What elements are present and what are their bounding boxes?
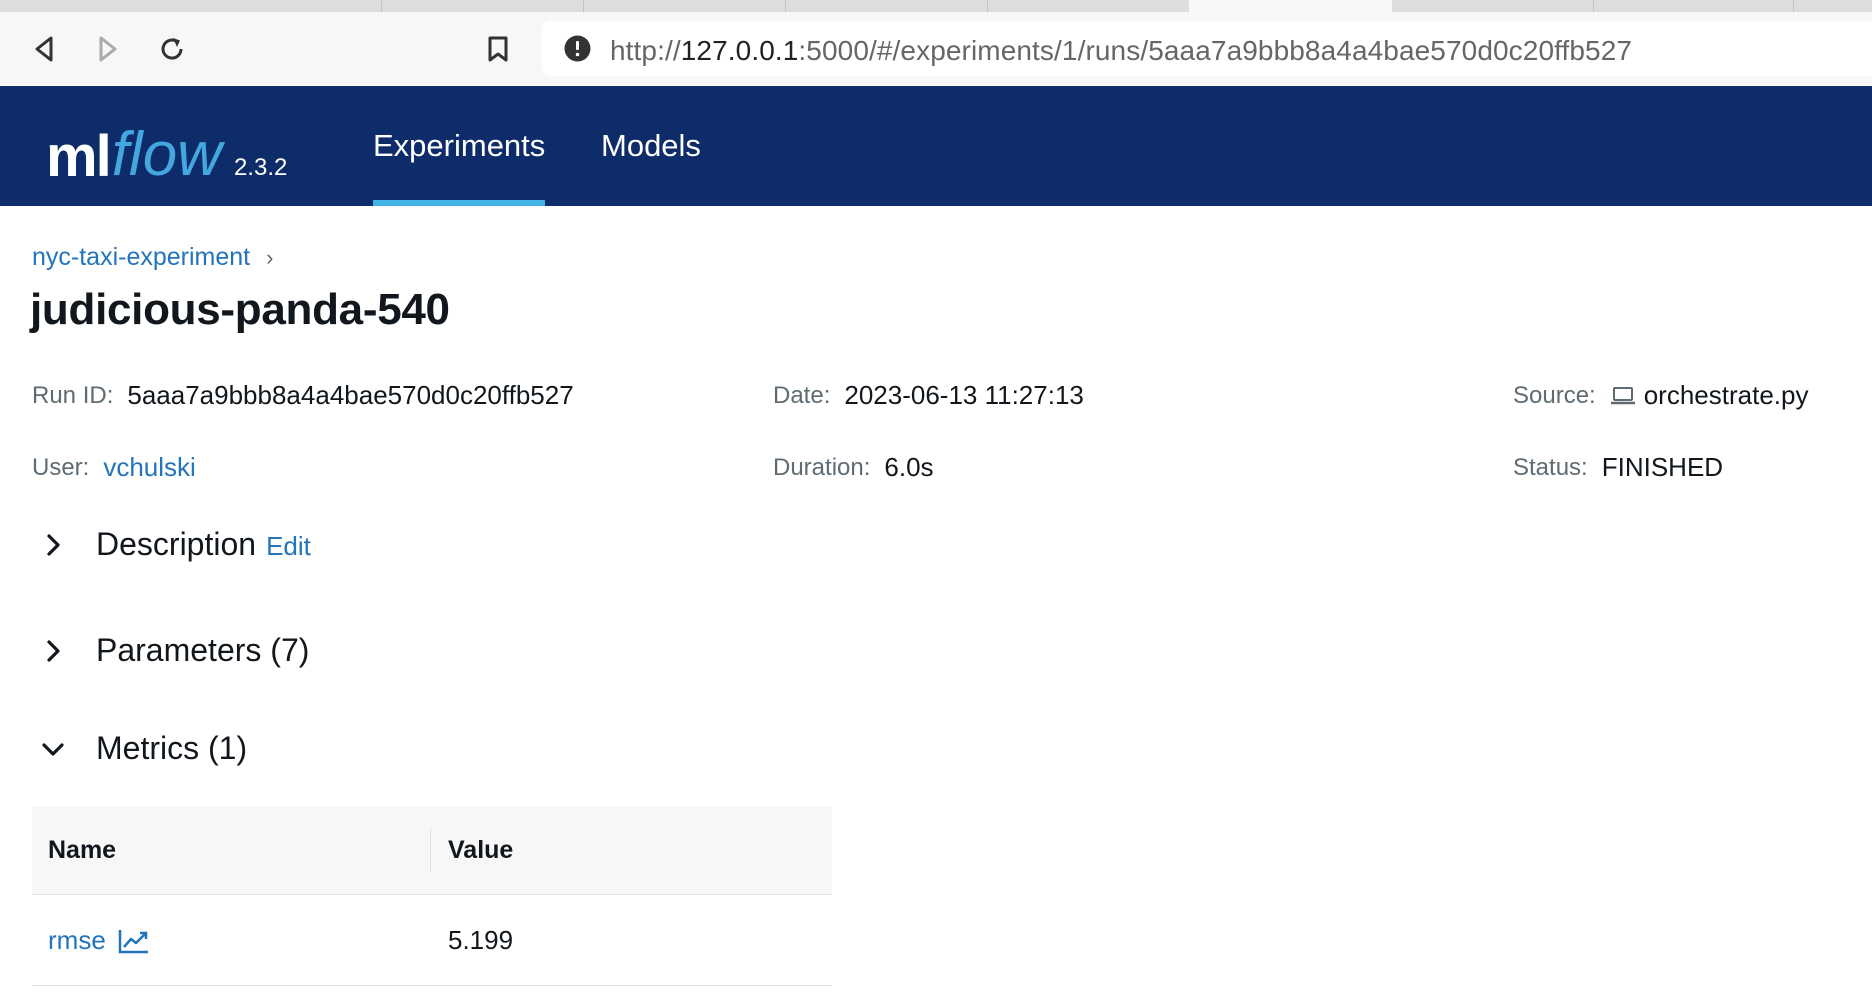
metric-name-link[interactable]: rmse	[48, 925, 150, 956]
status-value: FINISHED	[1601, 452, 1724, 482]
run-id-value: 5aaa7a9bbb8a4a4bae570d0c20ffb527	[127, 380, 574, 410]
site-info-icon[interactable]	[564, 35, 591, 62]
address-bar[interactable]: http://127.0.0.1:5000/#/experiments/1/ru…	[542, 21, 1872, 76]
status-field: Status: FINISHED	[1513, 452, 1723, 483]
duration-label: Duration:	[773, 453, 871, 481]
metric-value: 5.199	[448, 925, 514, 955]
column-header-value[interactable]: Value	[448, 836, 513, 865]
logo-flow: flow	[111, 120, 222, 189]
page-title: judicious-panda-540	[30, 285, 450, 334]
metrics-title: Metrics (1)	[96, 730, 248, 766]
user-link[interactable]: vchulski	[103, 452, 195, 483]
bookmark-button[interactable]	[479, 30, 517, 68]
duration-value: 6.0s	[884, 452, 934, 482]
tab-separator	[987, 0, 988, 12]
column-header-name[interactable]: Name	[48, 836, 116, 865]
run-id-field: Run ID: 5aaa7a9bbb8a4a4bae570d0c20ffb527	[32, 380, 574, 411]
nav-experiments[interactable]: Experiments	[373, 86, 546, 206]
parameters-section-toggle[interactable]: Parameters (7)	[40, 632, 309, 669]
parameters-title: Parameters (7)	[96, 632, 310, 668]
breadcrumb-chevron-icon: ›	[266, 244, 274, 270]
chevron-right-icon	[47, 533, 60, 556]
url-host: 127.0.0.1	[680, 35, 799, 66]
nav-models[interactable]: Models	[601, 86, 701, 206]
description-edit-link[interactable]: Edit	[266, 531, 311, 562]
url-scheme: http://	[610, 35, 681, 66]
user-label: User:	[32, 453, 90, 481]
date-value: 2023-06-13 11:27:13	[844, 380, 1084, 410]
column-divider	[430, 828, 431, 872]
user-field: User: vchulski	[32, 452, 196, 483]
tab-separator	[1593, 0, 1594, 12]
metrics-section-toggle[interactable]: Metrics (1)	[40, 730, 247, 767]
back-arrow-icon	[35, 36, 53, 62]
status-label: Status:	[1513, 453, 1588, 481]
bookmark-icon	[488, 36, 508, 62]
line-chart-icon[interactable]	[118, 928, 150, 954]
logo-ml: ml	[46, 124, 112, 189]
nav-models-label: Models	[601, 128, 701, 163]
breadcrumb: nyc-taxi-experiment ›	[32, 243, 273, 272]
duration-field: Duration: 6.0s	[773, 452, 934, 483]
reload-icon	[161, 38, 183, 60]
metric-name: rmse	[48, 925, 106, 955]
version-label: 2.3.2	[233, 154, 288, 181]
active-tab[interactable]	[1189, 0, 1392, 12]
breadcrumb-experiment-link[interactable]: nyc-taxi-experiment	[32, 243, 250, 272]
date-label: Date:	[773, 381, 831, 409]
tab-separator	[381, 0, 382, 12]
tab-separator	[583, 0, 584, 12]
url-path: :5000/#/experiments/1/runs/5aaa7a9bbb8a4…	[798, 35, 1633, 66]
forward-button[interactable]	[89, 30, 127, 68]
back-button[interactable]	[25, 30, 63, 68]
browser-tab-strip[interactable]	[0, 0, 1872, 12]
nav-experiments-label: Experiments	[373, 128, 546, 163]
description-title: Description	[96, 526, 257, 562]
table-row: rmse 5.199	[32, 895, 832, 986]
laptop-icon	[1610, 386, 1635, 404]
tab-separator	[1793, 0, 1794, 12]
source-field: Source: orchestrate.py	[1513, 380, 1808, 411]
metrics-table: Name Value rmse 5.199	[32, 806, 832, 986]
chevron-down-icon	[42, 742, 64, 756]
url-text[interactable]: http://127.0.0.1:5000/#/experiments/1/ru…	[610, 35, 1632, 67]
source-label: Source:	[1513, 381, 1596, 409]
run-id-label: Run ID:	[32, 381, 114, 409]
table-header: Name Value	[32, 806, 832, 895]
chevron-right-icon	[47, 639, 60, 662]
date-field: Date: 2023-06-13 11:27:13	[773, 380, 1084, 411]
browser-toolbar: http://127.0.0.1:5000/#/experiments/1/ru…	[0, 12, 1872, 85]
mlflow-logo[interactable]: ml flow 2.3.2	[46, 106, 287, 186]
app-header: ml flow 2.3.2 Experiments Models	[0, 86, 1872, 206]
reload-button[interactable]	[153, 30, 191, 68]
forward-arrow-icon	[99, 36, 117, 62]
tab-separator	[785, 0, 786, 12]
source-value: orchestrate.py	[1643, 380, 1809, 410]
description-section-toggle[interactable]: Description Edit	[40, 526, 311, 563]
